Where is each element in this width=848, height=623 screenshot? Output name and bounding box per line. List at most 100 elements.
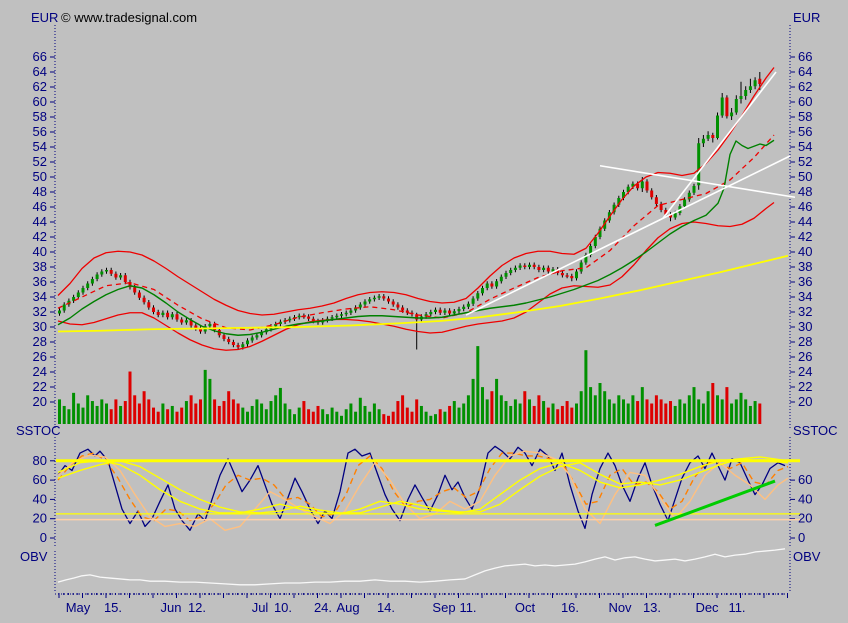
candle-body xyxy=(725,98,728,117)
volume-bar xyxy=(725,387,728,424)
volume-bar xyxy=(161,404,164,425)
volume-bar xyxy=(284,404,287,425)
time-axis-date-label: May xyxy=(66,600,91,615)
volume-bar xyxy=(176,412,179,424)
candle-body xyxy=(683,200,686,207)
volume-bar xyxy=(693,387,696,424)
volume-bar xyxy=(392,412,395,424)
candle-body xyxy=(716,116,719,139)
volume-bar xyxy=(194,404,197,425)
volume-bar xyxy=(458,408,461,424)
time-axis-date-label: 15. xyxy=(104,600,122,615)
candle-body xyxy=(758,79,761,84)
volume-bar xyxy=(655,395,658,424)
candle-body xyxy=(462,307,465,309)
volume-bar xyxy=(124,401,127,424)
sstoc-axis-label-left: 80 xyxy=(33,453,47,468)
volume-bar xyxy=(100,399,103,424)
volume-bar xyxy=(453,401,456,424)
price-axis-label-right: 42 xyxy=(798,229,812,244)
candle-body xyxy=(246,341,249,345)
candle-body xyxy=(740,96,743,99)
time-axis-date-label: 12. xyxy=(188,600,206,615)
volume-bar xyxy=(730,404,733,425)
volume-bar xyxy=(317,406,320,424)
candle-body xyxy=(185,320,188,322)
candle-body xyxy=(744,90,747,96)
candle-body xyxy=(82,288,85,293)
volume-bar xyxy=(143,391,146,424)
time-axis-date-label: 13. xyxy=(643,600,661,615)
candlestick-series xyxy=(58,72,761,350)
volume-bar xyxy=(368,412,371,424)
price-axis-label-left: 44 xyxy=(33,214,47,229)
volume-bar xyxy=(674,406,677,424)
candle-body xyxy=(537,267,540,270)
candle-body xyxy=(63,305,66,311)
volume-bar xyxy=(86,395,89,424)
volume-bar xyxy=(420,406,423,424)
volume-bar xyxy=(227,391,230,424)
candle-body xyxy=(157,312,160,315)
volume-series xyxy=(58,346,761,424)
volume-bar xyxy=(359,398,362,424)
volume-bar xyxy=(537,395,540,424)
candle-body xyxy=(335,316,338,318)
candle-body xyxy=(345,313,348,315)
price-axis-label-right: 52 xyxy=(798,154,812,169)
price-axis-label-left: 28 xyxy=(33,334,47,349)
price-axis-label-right: 66 xyxy=(798,49,812,64)
sstoc-axis-label-right: 20 xyxy=(798,511,812,526)
volume-bar xyxy=(599,383,602,424)
time-axis-date-label: Aug xyxy=(336,600,359,615)
candle-body xyxy=(650,191,653,198)
overlay-trendline-rising-long xyxy=(466,156,790,315)
volume-bar xyxy=(575,404,578,425)
volume-bar xyxy=(129,372,132,424)
volume-bar xyxy=(279,388,282,424)
candle-body xyxy=(702,139,705,144)
candle-body xyxy=(86,284,89,289)
volume-bar xyxy=(505,401,508,424)
volume-bar xyxy=(152,408,155,424)
candle-body xyxy=(707,135,710,139)
price-axis-label-right: 58 xyxy=(798,109,812,124)
volume-bar xyxy=(552,404,555,425)
volume-bar xyxy=(237,404,240,425)
price-axis-label-left: 36 xyxy=(33,274,47,289)
time-axis-date-label: 11. xyxy=(459,600,476,615)
candle-body xyxy=(566,275,569,277)
price-axis-label-right: 30 xyxy=(798,319,812,334)
price-axis-label-right: 28 xyxy=(798,334,812,349)
candle-body xyxy=(495,281,498,286)
volume-bar xyxy=(63,406,66,424)
time-axis-date-label: 16. xyxy=(561,600,579,615)
price-axis-label-right: 26 xyxy=(798,349,812,364)
volume-bar xyxy=(312,412,315,424)
price-axis-label-left: 26 xyxy=(33,349,47,364)
obv-line xyxy=(58,549,785,585)
price-axis-label-left: 30 xyxy=(33,319,47,334)
price-axis-label-left: 60 xyxy=(33,94,47,109)
time-axis-date-label: Jul xyxy=(252,600,269,615)
time-axis-date-label: 10. xyxy=(274,600,292,615)
price-axis-label-right: 44 xyxy=(798,214,812,229)
candle-body xyxy=(114,274,117,278)
volume-bar xyxy=(664,404,667,425)
volume-bar xyxy=(547,408,550,424)
price-axis-label-left: 64 xyxy=(33,64,47,79)
candle-body xyxy=(396,305,399,308)
volume-bar xyxy=(274,395,277,424)
candle-body xyxy=(711,135,714,138)
trading-chart-screen: { "header": { "left_currency": "EUR", "r… xyxy=(0,0,848,623)
price-axis-label-right: 54 xyxy=(798,139,812,154)
volume-bar xyxy=(711,383,714,424)
price-axis-label-right: 34 xyxy=(798,289,812,304)
volume-bar xyxy=(147,399,150,424)
candle-body xyxy=(147,302,150,307)
price-axis-label-left: 56 xyxy=(33,124,47,139)
candle-body xyxy=(208,324,211,326)
candle-body xyxy=(570,276,573,278)
volume-bar xyxy=(114,399,117,424)
candle-body xyxy=(467,304,470,307)
